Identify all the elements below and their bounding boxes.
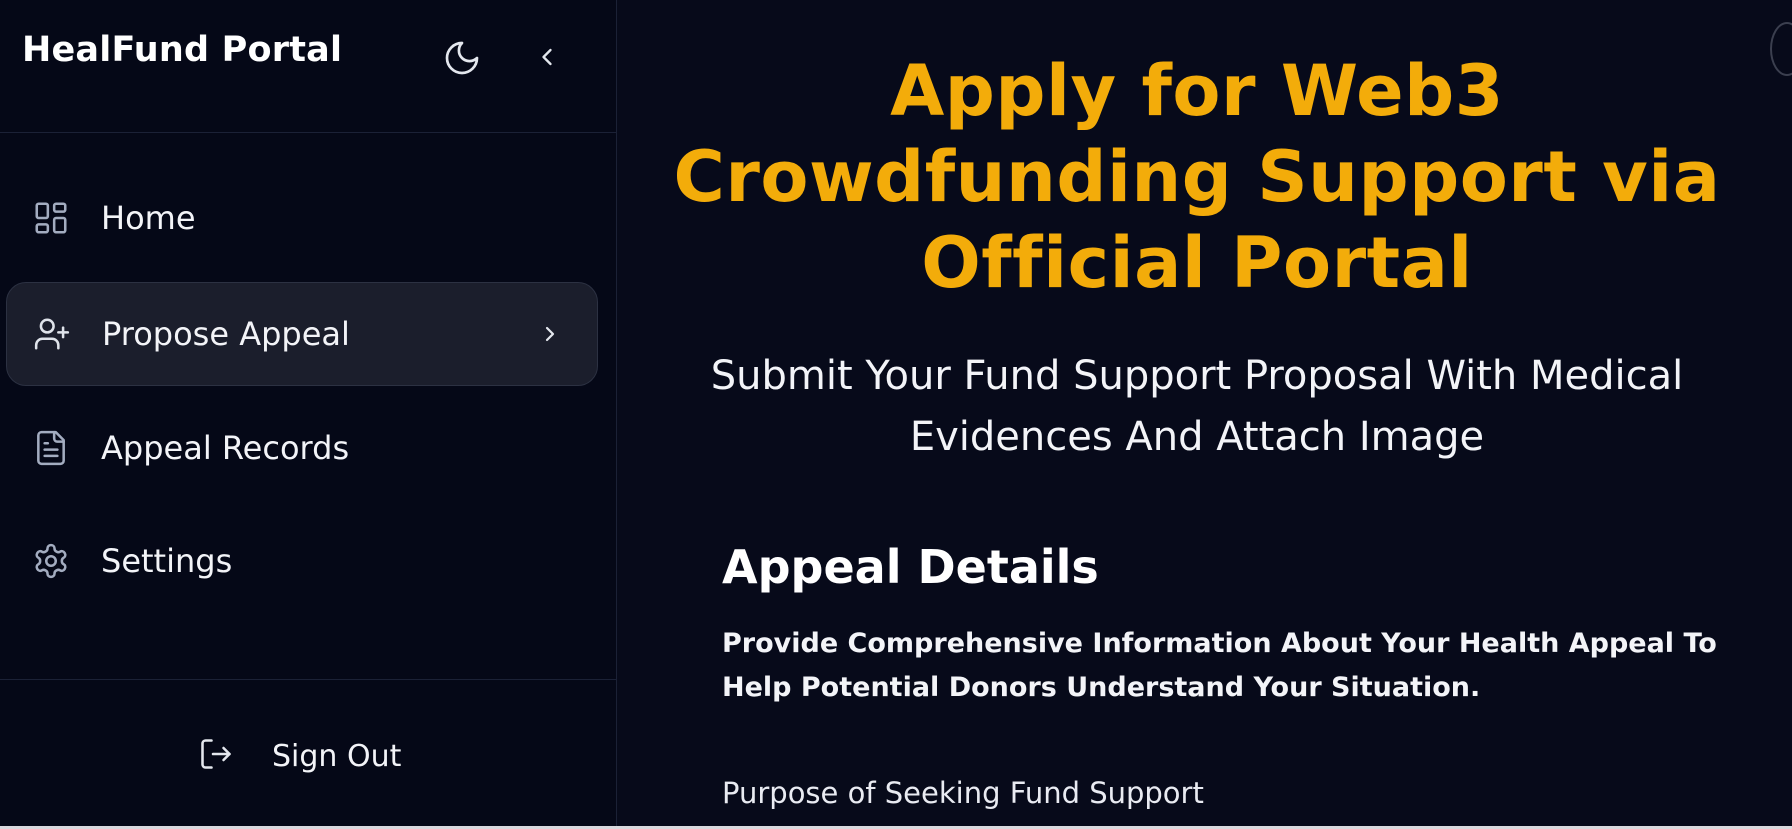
collapse-sidebar-button[interactable] [530, 40, 564, 74]
page-subtitle: Submit Your Fund Support Proposal With M… [710, 353, 1684, 460]
section-description: Provide Comprehensive Information About … [722, 628, 1717, 703]
sidebar-item-label: Appeal Records [101, 429, 350, 467]
chevron-right-icon [537, 321, 563, 347]
sidebar-item-propose-appeal[interactable]: Propose Appeal [6, 282, 598, 386]
chevron-left-icon [542, 48, 552, 66]
sidebar: HealFund Portal Home Propose Appeal Appe… [0, 0, 617, 826]
sidebar-item-label: Settings [101, 542, 233, 580]
dashboard-icon [32, 199, 70, 237]
sign-out-button[interactable]: Sign Out [198, 730, 418, 782]
sidebar-item-settings[interactable]: Settings [6, 509, 598, 613]
main-content: Apply for Web3 Crowdfunding Support via … [617, 0, 1792, 826]
brand-title: HealFund Portal [22, 30, 343, 70]
section-title: Appeal Details [722, 540, 1099, 594]
sidebar-item-home[interactable]: Home [6, 166, 598, 270]
sidebar-footer: Sign Out [0, 679, 616, 827]
theme-toggle-button[interactable] [440, 36, 484, 80]
document-icon [32, 429, 70, 467]
sign-out-label: Sign Out [272, 738, 402, 774]
edge-control[interactable] [1770, 22, 1792, 76]
user-plus-icon [33, 315, 71, 353]
page-title: Apply for Web3 Crowdfunding Support via … [673, 50, 1721, 304]
sidebar-item-label: Home [101, 199, 196, 237]
moon-icon [445, 41, 479, 75]
purpose-field-label: Purpose of Seeking Fund Support [722, 776, 1204, 810]
gear-icon [32, 542, 70, 580]
sidebar-item-appeal-records[interactable]: Appeal Records [6, 396, 598, 500]
logout-icon [198, 736, 234, 776]
sidebar-header: HealFund Portal [0, 0, 616, 133]
sidebar-item-label: Propose Appeal [102, 315, 350, 353]
